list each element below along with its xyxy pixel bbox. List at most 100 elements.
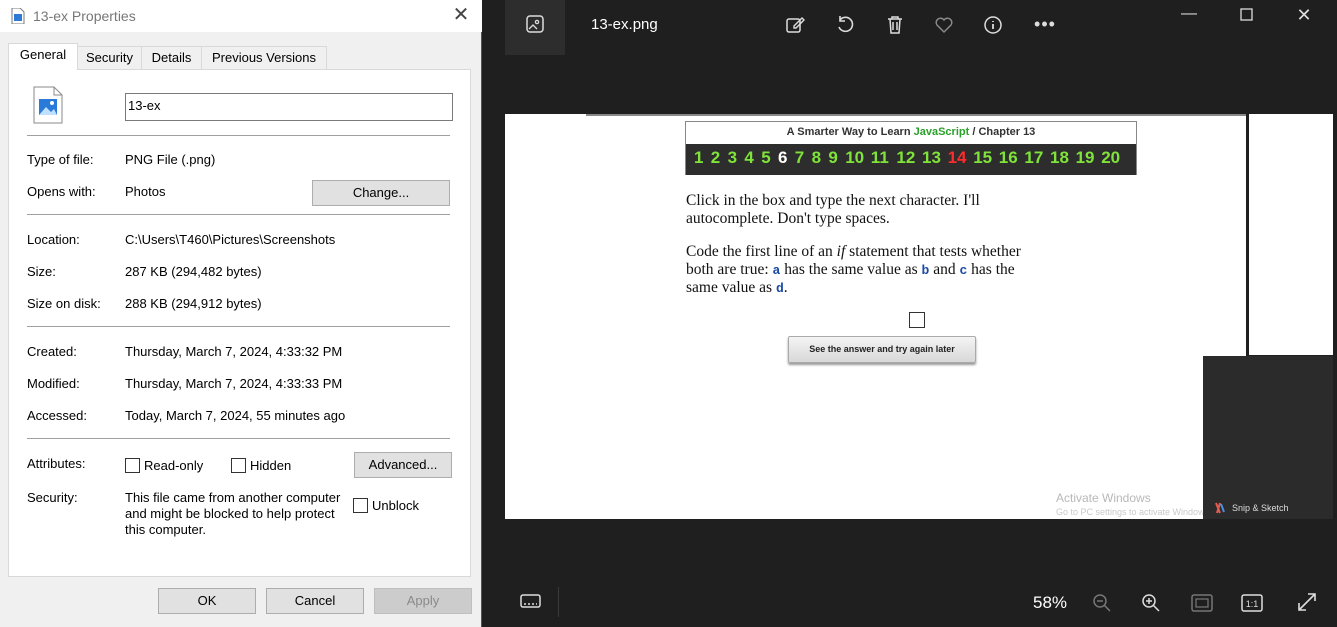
opens-with-label: Opens with: [27, 184, 96, 199]
image-top-rule [586, 114, 1246, 116]
chapter-number[interactable]: 10 [845, 148, 864, 168]
security-text-line2: and might be blocked to help protect [125, 506, 335, 521]
zoom-out-icon[interactable] [1092, 593, 1112, 613]
question-text: both are true: [686, 261, 773, 278]
viewer-home-tile[interactable] [505, 0, 565, 55]
question-line2: both are true: a has the same value as b… [686, 261, 1015, 280]
unblock-checkbox[interactable] [353, 498, 368, 513]
ok-button[interactable]: OK [158, 588, 256, 614]
chapter-label: / Chapter 13 [969, 126, 1036, 138]
edit-icon[interactable] [785, 15, 805, 35]
cancel-button[interactable]: Cancel [266, 588, 364, 614]
viewer-filename: 13-ex.png [591, 16, 658, 33]
location-label: Location: [27, 232, 80, 247]
divider [27, 438, 450, 439]
properties-dialog: 13-ex Properties ✕ General Security Deta… [0, 0, 482, 627]
question-text: statement that tests whether [845, 243, 1021, 260]
fit-icon[interactable] [1191, 594, 1213, 612]
more-icon[interactable]: ••• [1031, 10, 1059, 38]
chapter-number[interactable]: 15 [973, 148, 992, 168]
chapter-number[interactable]: 9 [828, 148, 837, 168]
chapter-number[interactable]: 5 [761, 148, 770, 168]
modified-value: Thursday, March 7, 2024, 4:33:33 PM [125, 376, 343, 391]
question-line3: same value as d. [686, 279, 788, 298]
snip-sketch-notification[interactable]: Snip & Sketch [1203, 356, 1333, 519]
size-on-disk-value: 288 KB (294,912 bytes) [125, 296, 262, 311]
tab-security[interactable]: Security [77, 46, 142, 69]
question-line1: Code the first line of an if statement t… [686, 243, 1021, 261]
accessed-value: Today, March 7, 2024, 55 minutes ago [125, 408, 346, 423]
book-title-text: A Smarter Way to Learn [786, 126, 914, 138]
chapter-number[interactable]: 11 [871, 148, 889, 168]
book-title-js: JavaScript [913, 126, 970, 138]
apply-button[interactable]: Apply [374, 588, 472, 614]
file-name-input[interactable]: 13-ex [125, 93, 453, 121]
zoom-in-icon[interactable] [1141, 593, 1161, 613]
filmstrip-icon[interactable] [520, 593, 541, 611]
chapter-number[interactable]: 3 [728, 148, 737, 168]
hidden-checkbox[interactable] [231, 458, 246, 473]
delete-icon[interactable] [885, 15, 905, 35]
created-label: Created: [27, 344, 77, 359]
chapter-number[interactable]: 4 [744, 148, 753, 168]
unblock-label: Unblock [372, 498, 419, 513]
size-label: Size: [27, 264, 56, 279]
image-file-icon [33, 86, 63, 124]
zoom-level: 58% [1033, 593, 1068, 612]
modified-label: Modified: [27, 376, 80, 391]
tab-details[interactable]: Details [141, 46, 202, 69]
chapter-number[interactable]: 19 [1076, 148, 1095, 168]
close-icon[interactable]: ✕ [1290, 1, 1318, 29]
attributes-label: Attributes: [27, 456, 86, 471]
info-icon[interactable] [983, 15, 1003, 35]
activate-windows-hint: Go to PC settings to activate Windows. [1056, 507, 1212, 517]
fullscreen-icon[interactable] [1297, 592, 1317, 612]
change-button[interactable]: Change... [312, 180, 450, 206]
tab-previous-versions[interactable]: Previous Versions [201, 46, 327, 69]
answer-input-box[interactable] [909, 312, 925, 328]
divider [27, 214, 450, 215]
dialog-title: 13-ex Properties [33, 8, 136, 24]
svg-text:1:1: 1:1 [1246, 599, 1259, 609]
tab-general[interactable]: General [8, 43, 78, 70]
location-value: C:\Users\T460\Pictures\Screenshots [125, 232, 336, 247]
question-text: . [783, 279, 788, 296]
image-icon[interactable] [526, 15, 544, 33]
chapter-number[interactable]: 17 [1024, 148, 1043, 168]
accessed-label: Accessed: [27, 408, 87, 423]
activate-windows-title: Activate Windows [1056, 491, 1151, 505]
chapter-number[interactable]: 2 [711, 148, 720, 168]
type-label: Type of file: [27, 152, 94, 167]
chapter-number[interactable]: 7 [795, 148, 804, 168]
chapter-numbers: 1 2 3 4 5 6 7 8 9 10 11 12 13 14 15 16 17 18 19 20 [686, 144, 1136, 175]
question-if: if [836, 243, 846, 260]
question-text: has the [967, 261, 1015, 278]
chapter-title: A Smarter Way to Learn JavaScript / Chap… [686, 122, 1136, 144]
chapter-number[interactable]: 1 [694, 148, 703, 168]
chapter-number[interactable]: 13 [922, 148, 941, 168]
minimize-icon[interactable]: — [1175, 0, 1203, 28]
var-d: d [775, 281, 784, 296]
chapter-number[interactable]: 14 [948, 148, 967, 168]
instruction-line1: Click in the box and type the next chara… [686, 192, 980, 209]
chapter-number[interactable]: 12 [896, 148, 915, 168]
favorite-icon[interactable] [934, 15, 954, 35]
security-text-line1: This file came from another computer [125, 490, 341, 505]
advanced-button[interactable]: Advanced... [354, 452, 452, 478]
chapter-number[interactable]: 6 [778, 148, 787, 168]
created-value: Thursday, March 7, 2024, 4:33:32 PM [125, 344, 343, 359]
chapter-number[interactable]: 8 [812, 148, 821, 168]
close-icon[interactable]: ✕ [450, 4, 472, 26]
rotate-icon[interactable] [835, 15, 855, 35]
maximize-icon[interactable] [1240, 8, 1254, 22]
read-only-checkbox[interactable] [125, 458, 140, 473]
chapter-number[interactable]: 16 [999, 148, 1018, 168]
image-margin [1249, 114, 1333, 355]
chapter-number[interactable]: 20 [1101, 148, 1120, 168]
displayed-image: A Smarter Way to Learn JavaScript / Chap… [505, 114, 1246, 519]
actual-size-icon[interactable]: 1:1 [1241, 594, 1263, 612]
size-value: 287 KB (294,482 bytes) [125, 264, 262, 279]
see-answer-button[interactable]: See the answer and try again later [788, 336, 976, 363]
chapter-number[interactable]: 18 [1050, 148, 1069, 168]
size-on-disk-label: Size on disk: [27, 296, 101, 311]
